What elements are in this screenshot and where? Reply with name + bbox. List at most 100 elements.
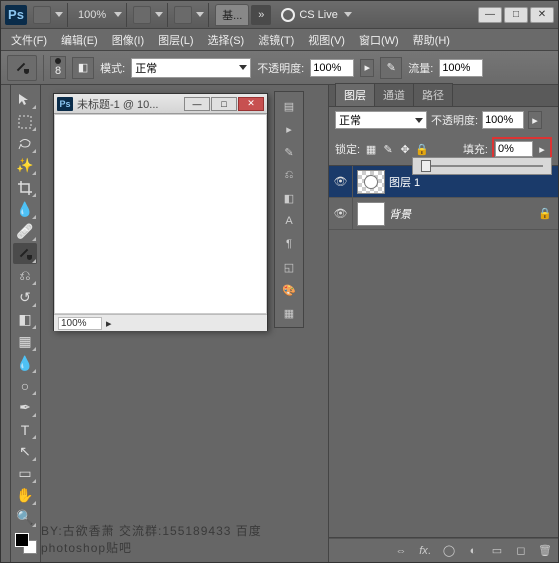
menu-select[interactable]: 选择(S) <box>202 30 251 50</box>
layer-thumbnail[interactable] <box>357 202 385 226</box>
document-titlebar[interactable]: Ps 未标题-1 @ 10... — □ ✕ <box>54 94 267 114</box>
visibility-toggle[interactable]: 👁 <box>329 166 353 198</box>
move-tool[interactable] <box>13 89 37 110</box>
pen-tool[interactable]: ✒ <box>13 397 37 418</box>
layer-mask-button[interactable]: ◯ <box>440 542 458 560</box>
flow-input[interactable]: 100% <box>439 59 483 77</box>
fill-input[interactable]: 0% <box>495 141 533 157</box>
doc-info-icon[interactable]: ▸ <box>106 317 112 330</box>
screen-mode-button[interactable] <box>174 6 192 24</box>
tool-preset-picker[interactable] <box>7 55 37 81</box>
lock-all-icon[interactable]: 🔒 <box>415 142 429 156</box>
layer-name[interactable]: 背景 <box>389 206 538 222</box>
zoom-display[interactable]: 100% <box>74 9 110 21</box>
history-brush-tool[interactable]: ↺ <box>13 287 37 308</box>
menu-filter[interactable]: 滤镜(T) <box>252 30 300 50</box>
dock-history-button[interactable]: ▤ <box>277 95 301 117</box>
view-extras-button[interactable] <box>133 6 151 24</box>
healing-tool[interactable]: 🩹 <box>13 221 37 242</box>
layer-opacity-flyout[interactable]: ▸ <box>528 111 542 129</box>
type-tool[interactable]: T <box>13 419 37 440</box>
tab-paths[interactable]: 路径 <box>413 83 453 106</box>
dropdown-icon[interactable] <box>114 12 122 17</box>
crop-tool[interactable] <box>13 177 37 198</box>
opacity-input[interactable]: 100% <box>310 59 354 77</box>
layer-row[interactable]: 👁 背景 🔒 <box>329 198 558 230</box>
lock-transparency-icon[interactable]: ▦ <box>364 142 378 156</box>
dock-clone-button[interactable]: ⎌ <box>277 164 301 186</box>
marquee-tool[interactable] <box>13 111 37 132</box>
link-layers-button[interactable]: ⇔ <box>392 542 410 560</box>
eraser-tool[interactable]: ◧ <box>13 309 37 330</box>
menu-image[interactable]: 图像(I) <box>106 30 150 50</box>
layer-group-button[interactable]: ▭ <box>488 542 506 560</box>
path-tool[interactable]: ↖ <box>13 441 37 462</box>
menu-window[interactable]: 窗口(W) <box>353 30 405 50</box>
maximize-button[interactable]: □ <box>504 7 528 23</box>
new-layer-button[interactable]: ◻ <box>512 542 530 560</box>
fill-slider-thumb[interactable] <box>421 160 431 172</box>
menu-edit[interactable]: 编辑(E) <box>55 30 104 50</box>
layer-style-button[interactable]: fx. <box>416 542 434 560</box>
workspace-tab[interactable]: 基... <box>215 4 249 26</box>
fill-slider-popup[interactable] <box>412 157 552 175</box>
menu-file[interactable]: 文件(F) <box>5 30 53 50</box>
dock-color-button[interactable]: 🎨 <box>277 279 301 301</box>
menu-layer[interactable]: 图层(L) <box>152 30 199 50</box>
zoom-tool[interactable]: 🔍 <box>13 507 37 528</box>
eyedropper-tool[interactable]: 💧 <box>13 199 37 220</box>
opacity-flyout[interactable]: ▸ <box>360 59 374 77</box>
blend-mode-select[interactable]: 正常 <box>131 58 251 78</box>
magic-wand-tool[interactable]: ✨ <box>13 155 37 176</box>
lasso-tool[interactable] <box>13 133 37 154</box>
menu-view[interactable]: 视图(V) <box>302 30 351 50</box>
color-swatch[interactable] <box>15 533 37 554</box>
dock-actions-button[interactable]: ▸ <box>277 118 301 140</box>
menu-help[interactable]: 帮助(H) <box>407 30 456 50</box>
fill-flyout[interactable]: ▸ <box>535 140 549 158</box>
doc-maximize-button[interactable]: □ <box>211 97 237 111</box>
layer-thumbnail[interactable] <box>357 170 385 194</box>
dropdown-icon[interactable] <box>196 12 204 17</box>
doc-close-button[interactable]: ✕ <box>238 97 264 111</box>
layer-blend-select[interactable]: 正常 <box>335 111 427 129</box>
brush-preset-picker[interactable]: 8 <box>50 56 66 79</box>
dock-swatches-button[interactable]: ▦ <box>277 302 301 324</box>
dock-brushes-button[interactable]: ✎ <box>277 141 301 163</box>
dropdown-icon[interactable] <box>55 12 63 17</box>
gradient-tool[interactable]: ▦ <box>13 331 37 352</box>
dock-char-button[interactable]: A <box>277 210 301 232</box>
lock-position-icon[interactable]: ✥ <box>398 142 412 156</box>
hand-tool[interactable]: ✋ <box>13 485 37 506</box>
doc-minimize-button[interactable]: — <box>184 97 210 111</box>
bridge-button[interactable] <box>33 6 51 24</box>
document-canvas[interactable] <box>54 114 267 314</box>
tab-layers[interactable]: 图层 <box>335 83 375 106</box>
dropdown-icon[interactable] <box>155 12 163 17</box>
dock-presets-button[interactable]: ◧ <box>277 187 301 209</box>
tablet-opacity-button[interactable]: ✎ <box>380 57 402 79</box>
stamp-tool[interactable]: ⎌ <box>13 265 37 286</box>
dock-nav-button[interactable]: ◱ <box>277 256 301 278</box>
dock-para-button[interactable]: ¶ <box>277 233 301 255</box>
minimize-button[interactable]: — <box>478 7 502 23</box>
shape-tool[interactable]: ▭ <box>13 463 37 484</box>
cslive-button[interactable]: CS Live <box>281 8 352 22</box>
close-button[interactable]: ✕ <box>530 7 554 23</box>
brush-tool[interactable] <box>13 243 37 264</box>
blur-tool[interactable]: 💧 <box>13 353 37 374</box>
delete-layer-button[interactable]: 🗑 <box>536 542 554 560</box>
doc-zoom-input[interactable]: 100% <box>58 317 102 330</box>
layer-opacity-input[interactable]: 100% <box>482 111 524 129</box>
lock-pixels-icon[interactable]: ✎ <box>381 142 395 156</box>
dodge-tool[interactable]: ○ <box>13 375 37 396</box>
fill-slider-track[interactable] <box>421 165 543 167</box>
collapse-strip[interactable] <box>1 85 11 562</box>
brush-panel-toggle[interactable]: ◧ <box>72 57 94 79</box>
adjustment-layer-button[interactable]: ◐ <box>464 542 482 560</box>
tab-channels[interactable]: 通道 <box>374 83 414 106</box>
document-window[interactable]: Ps 未标题-1 @ 10... — □ ✕ 100% ▸ <box>53 93 268 331</box>
workspace-more-button[interactable]: » <box>251 5 271 25</box>
visibility-toggle[interactable]: 👁 <box>329 198 353 230</box>
layer-name[interactable]: 图层 1 <box>389 174 558 190</box>
